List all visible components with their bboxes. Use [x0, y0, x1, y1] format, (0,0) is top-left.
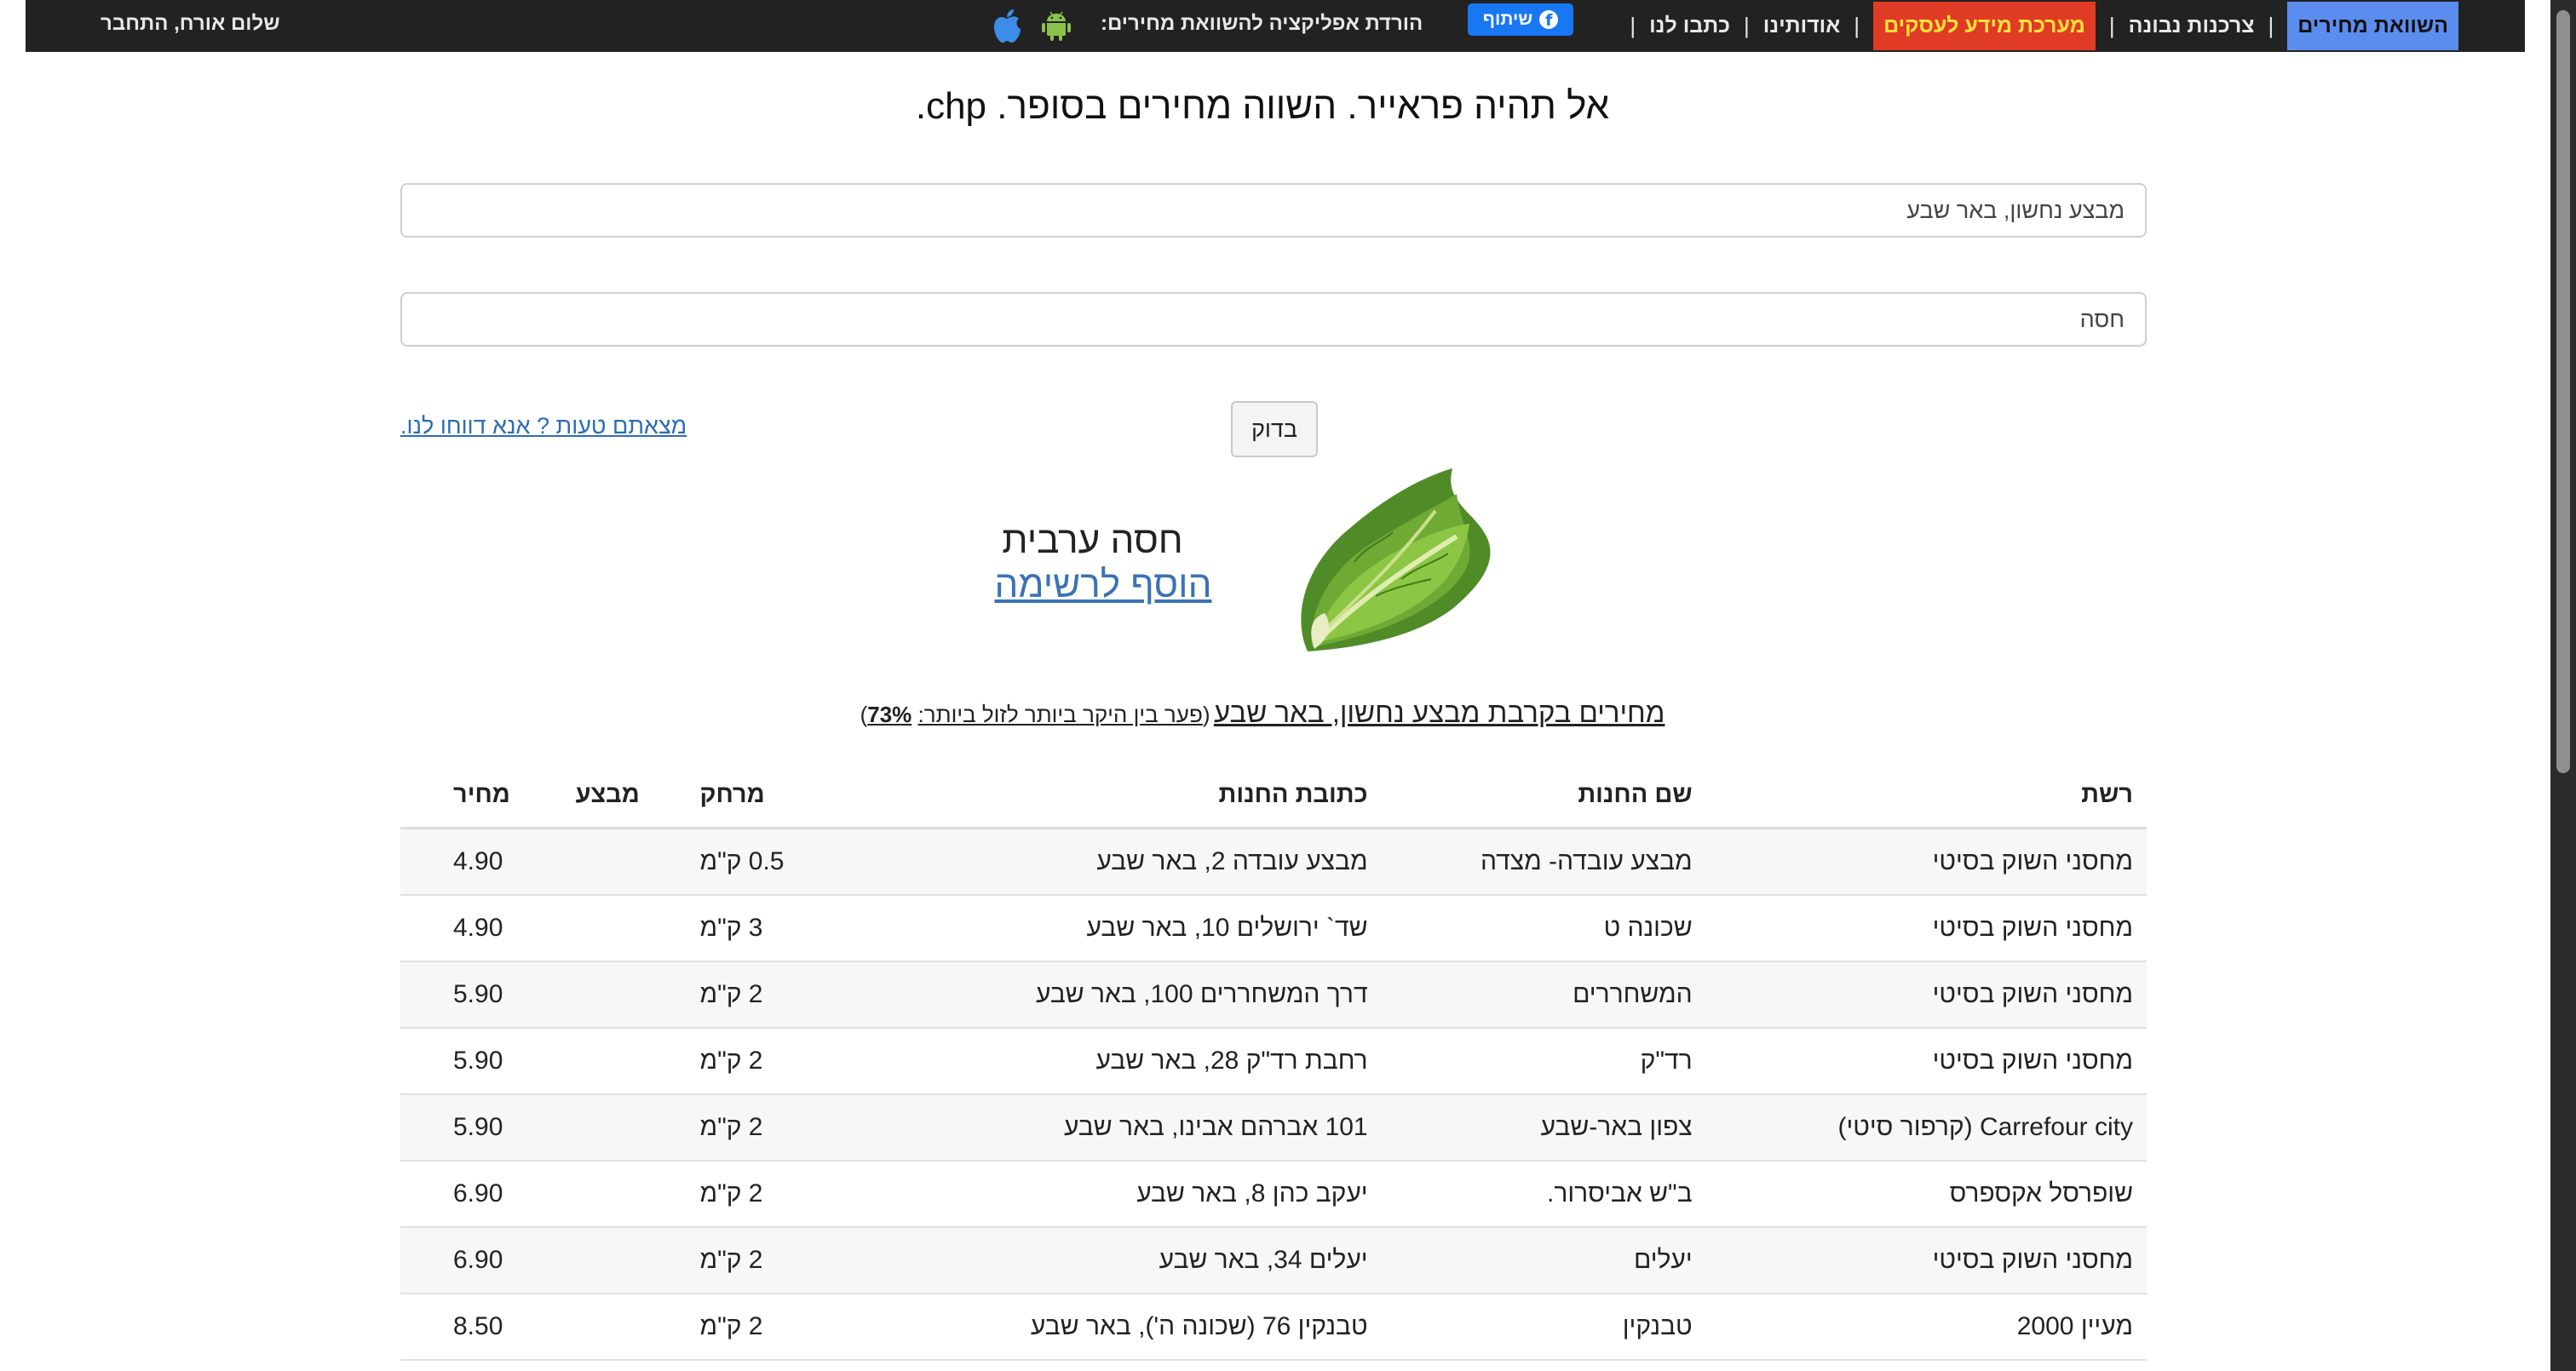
cell-address: דרך המשחררים 100, באר שבע — [864, 961, 1368, 1029]
lettuce-image — [1301, 468, 1491, 651]
share-label: שיתוף — [1482, 9, 1533, 29]
table-header-row: רשת שם החנות כתובת החנות מרחק מבצע מחיר — [400, 762, 2147, 829]
cell-address: מבצע עובדה 2, באר שבע — [864, 828, 1368, 896]
price-gap-value: 73% — [867, 702, 912, 727]
cell-store: צפון באר-שבע — [1367, 1094, 1693, 1162]
nav-smart-consumer[interactable]: צרכנות נבונה — [2129, 14, 2255, 38]
android-icon[interactable] — [1039, 9, 1073, 43]
header-address[interactable]: כתובת החנות — [864, 762, 1368, 829]
app-download-label: הורדת אפליקציה להשוואת מחירים: — [1101, 12, 1423, 35]
main-nav: השוואת מחירים | צרכנות נבונה | מערכת מיד… — [1616, 0, 2458, 51]
price-gap-label: פער בין היקר ביותר לזול ביותר: — [917, 702, 1203, 727]
nav-contact[interactable]: כתבו לנו — [1649, 14, 1730, 38]
nav-separator: | — [1854, 12, 1860, 38]
table-row: מחסני השוק בסיטי שכונה ט שד` ירושלים 10,… — [400, 895, 2147, 962]
product-name: חסה ערבית — [1002, 519, 1183, 561]
cell-deal — [575, 1294, 700, 1361]
nav-separator: | — [1744, 12, 1750, 38]
cell-store: המשחררים — [1367, 961, 1693, 1029]
cell-store: טבנקין — [1367, 1294, 1693, 1361]
cell-distance: 2 ק"מ — [699, 961, 865, 1029]
cell-address: יעקב כהן 8, באר שבע — [864, 1161, 1368, 1228]
nav-business-info[interactable]: מערכת מידע לעסקים — [1873, 1, 2096, 50]
page-scrollbar[interactable] — [2550, 0, 2576, 1371]
table-row: מחסני השוק בסיטי מבצע עובדה- מצדה מבצע ע… — [400, 828, 2147, 896]
cell-distance: 2 ק"מ — [699, 1094, 865, 1162]
cell-price: 8.50 — [400, 1294, 576, 1361]
prices-summary: מחירים בקרבת מבצע נחשון, באר שבע (פער בי… — [0, 697, 2525, 729]
cell-address: שד` ירושלים 10, באר שבע — [864, 895, 1368, 962]
cell-deal — [575, 895, 700, 962]
cell-chain: מחסני השוק בסיטי — [1692, 828, 2147, 896]
report-error-link[interactable]: מצאתם טעות ? אנא דווחו לנו. — [400, 413, 687, 439]
table-row: שופרסל אקספרס ב"ש אביסרור. יעקב כהן 8, ב… — [400, 1161, 2147, 1228]
facebook-icon: f — [1539, 10, 1559, 30]
cell-store: רד"ק — [1367, 1028, 1693, 1095]
cell-price: 5.90 — [400, 1028, 576, 1095]
header-distance[interactable]: מרחק — [699, 762, 865, 829]
cell-deal — [575, 828, 700, 896]
product-input[interactable] — [400, 292, 2147, 347]
table-row: מחסני השוק בסיטי רד"ק רחבת רד"ק 28, באר … — [400, 1028, 2147, 1095]
location-input[interactable] — [400, 183, 2147, 238]
table-row: Carrefour city (קרפור סיטי) צפון באר-שבע… — [400, 1094, 2147, 1162]
cell-price: 5.90 — [400, 1094, 576, 1162]
cell-address: רחבת רד"ק 28, באר שבע — [864, 1028, 1368, 1095]
cell-chain: מחסני השוק בסיטי — [1692, 1028, 2147, 1095]
cell-deal — [575, 961, 700, 1029]
cell-price: 5.90 — [400, 961, 576, 1029]
cell-distance: 3 ק"מ — [699, 895, 865, 962]
price-table: רשת שם החנות כתובת החנות מרחק מבצע מחיר … — [400, 762, 2147, 1361]
cell-price: 6.90 — [400, 1227, 576, 1294]
page-title: אל תהיה פראייר. השווה מחירים בסופר. chp. — [915, 85, 1610, 127]
add-to-list-link[interactable]: הוסף לרשימה — [937, 564, 1269, 606]
cell-price: 6.90 — [400, 1161, 576, 1228]
cell-store: ב"ש אביסרור. — [1367, 1161, 1693, 1228]
nav-separator: | — [2268, 12, 2274, 38]
cell-distance: 2 ק"מ — [699, 1294, 865, 1361]
cell-deal — [575, 1161, 700, 1228]
header-chain[interactable]: רשת — [1692, 762, 2147, 829]
cell-address: 101 אברהם אבינו, באר שבע — [864, 1094, 1368, 1162]
cell-chain: מעיין 2000 — [1692, 1294, 2147, 1361]
nav-separator: | — [1630, 12, 1636, 38]
cell-distance: 2 ק"מ — [699, 1161, 865, 1228]
table-row: מחסני השוק בסיטי יעלים יעלים 34, באר שבע… — [400, 1227, 2147, 1294]
login-greeting-link[interactable]: שלום אורח, התחבר — [101, 12, 280, 36]
cell-address: טבנקין 76 (שכונה ה'), באר שבע — [864, 1294, 1368, 1361]
table-row: מחסני השוק בסיטי המשחררים דרך המשחררים 1… — [400, 961, 2147, 1029]
cell-deal — [575, 1227, 700, 1294]
cell-deal — [575, 1028, 700, 1095]
check-button[interactable]: בדוק — [1231, 401, 1318, 457]
cell-distance: 2 ק"מ — [699, 1227, 865, 1294]
top-navbar: השוואת מחירים | צרכנות נבונה | מערכת מיד… — [26, 0, 2525, 52]
facebook-share-button[interactable]: f שיתוף — [1468, 3, 1573, 36]
scrollbar-thumb[interactable] — [2556, 10, 2570, 773]
cell-chain: Carrefour city (קרפור סיטי) — [1692, 1094, 2147, 1162]
header-price[interactable]: מחיר — [400, 762, 576, 829]
nav-price-comparison[interactable]: השוואת מחירים — [2287, 1, 2458, 50]
cell-store: מבצע עובדה- מצדה — [1367, 828, 1693, 896]
nav-separator: | — [2108, 12, 2115, 38]
cell-store: יעלים — [1367, 1227, 1693, 1294]
cell-chain: שופרסל אקספרס — [1692, 1161, 2147, 1228]
apple-icon[interactable] — [990, 7, 1024, 44]
cell-distance: 0.5 ק"מ — [699, 828, 865, 896]
header-deal[interactable]: מבצע — [575, 762, 700, 829]
cell-chain: מחסני השוק בסיטי — [1692, 1227, 2147, 1294]
cell-address: יעלים 34, באר שבע — [864, 1227, 1368, 1294]
cell-deal — [575, 1094, 700, 1162]
cell-price: 4.90 — [400, 828, 576, 896]
cell-store: שכונה ט — [1367, 895, 1693, 962]
cell-price: 4.90 — [400, 895, 576, 962]
cell-chain: מחסני השוק בסיטי — [1692, 961, 2147, 1029]
price-gap: (פער בין היקר ביותר לזול ביותר: 73%) — [860, 702, 1210, 727]
cell-chain: מחסני השוק בסיטי — [1692, 895, 2147, 962]
cell-distance: 2 ק"מ — [699, 1028, 865, 1095]
nav-about[interactable]: אודותינו — [1763, 14, 1841, 38]
header-store[interactable]: שם החנות — [1367, 762, 1693, 829]
table-row: מעיין 2000 טבנקין טבנקין 76 (שכונה ה'), … — [400, 1294, 2147, 1361]
prices-nearby-title: מחירים בקרבת מבצע נחשון, באר שבע — [1213, 697, 1665, 728]
